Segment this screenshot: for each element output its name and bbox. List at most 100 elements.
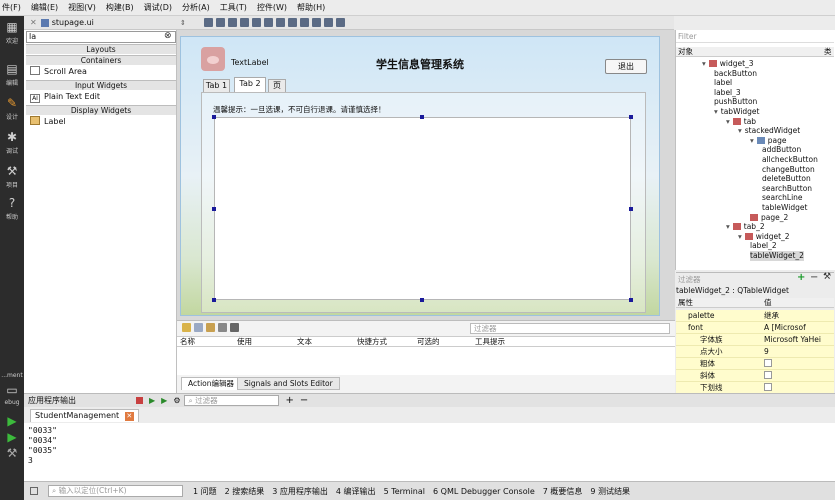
tab-arrows-icon[interactable]: ⇕ [180,19,186,27]
selection-handle[interactable] [212,207,216,211]
property-checkbox[interactable] [764,359,772,367]
object-tree-item[interactable]: ▾ page [750,136,787,146]
buddy-edit-icon[interactable] [228,18,237,27]
object-tree-item[interactable]: addButton [762,145,801,155]
menu-item[interactable]: 视图(V) [68,2,96,13]
layout-vertical-icon[interactable] [264,18,273,27]
layout-split-v-icon[interactable] [288,18,297,27]
action-table-body[interactable] [177,347,675,375]
run-icon[interactable]: ▶ [149,396,155,405]
category-input-widgets[interactable]: Input Widgets [26,80,176,90]
menu-item[interactable]: 帮助(H) [297,2,325,13]
selection-handle[interactable] [212,298,216,302]
menu-item[interactable]: 调试(D) [144,2,172,13]
file-tab-name[interactable]: stupage.ui [52,18,94,27]
tab-order-icon[interactable] [240,18,249,27]
build-hammer-icon[interactable]: ⚒ [0,446,24,460]
action-filter-input[interactable]: 过滤器 [470,323,670,334]
menu-item[interactable]: 工具(T) [220,2,247,13]
expand-arrow-icon[interactable]: ▾ [738,126,742,135]
close-icon[interactable]: ✕ [124,411,134,421]
expand-arrow-icon[interactable]: ▾ [750,136,754,145]
menu-item[interactable]: 构建(B) [106,2,134,13]
output-pane-button[interactable]: 7 概要信息 [543,486,583,497]
selection-handle[interactable] [629,115,633,119]
mode-wrench[interactable]: ⚒ 项目 [0,164,24,189]
object-tree-item[interactable]: tableWidget [762,203,807,213]
output-pane-button[interactable]: 9 测试结果 [590,486,630,497]
tab-2[interactable]: Tab 2 [234,77,266,92]
selection-handle[interactable] [420,298,424,302]
zoom-in-icon[interactable]: + [285,395,293,406]
object-tree-item[interactable]: label [714,78,732,88]
zoom-out-icon[interactable]: − [300,395,308,406]
output-pane-button[interactable]: 4 编译输出 [336,486,376,497]
output-tab-studentmanagement[interactable]: StudentManagement ✕ [30,408,139,422]
property-row[interactable]: font A [Microsof [676,322,834,334]
adjust-size-icon[interactable] [336,18,345,27]
property-row[interactable]: palette 继承 [676,310,834,322]
object-tree-item[interactable]: backButton [714,69,757,79]
clear-filter-icon[interactable]: ⊗ [164,31,172,41]
expand-arrow-icon[interactable]: ▾ [726,117,730,126]
add-property-icon[interactable]: + [797,272,805,283]
mode-pencil[interactable]: ✎ 设计 [0,96,24,121]
menu-item[interactable]: 分析(A) [182,2,210,13]
layout-split-h-icon[interactable] [276,18,285,27]
object-tree-item[interactable]: ▾ stackedWidget [738,126,800,136]
debug-run-icon[interactable]: ▶ [161,396,167,405]
widget-item-scroll-area[interactable]: Scroll Area [30,66,87,78]
run-icon[interactable]: ▶ [0,414,24,428]
locator-input[interactable]: ⌕ 输入以定位(Ctrl+K) [48,485,183,497]
run-target-selector[interactable]: ...ment ▭ ebug ▶ ▶ ⚒ [0,372,24,462]
layout-horizontal-icon[interactable] [252,18,261,27]
break-layout-icon[interactable] [324,18,333,27]
mode-bug[interactable]: ✱ 调试 [0,130,24,155]
mode-document[interactable]: ▤ 编辑 [0,62,24,87]
menu-item[interactable]: 编辑(E) [31,2,58,13]
widget-item-label-widget[interactable]: Label [30,116,66,128]
menu-item[interactable]: 件(F) [2,2,21,13]
tab-signals-slots[interactable]: Signals and Slots Editor [237,377,340,390]
tab-1[interactable]: Tab 1 [203,79,230,92]
delete-action-icon[interactable] [218,323,227,332]
object-tree-item[interactable]: allcheckButton [762,155,818,165]
category-display-widgets[interactable]: Display Widgets [26,105,176,115]
expand-arrow-icon[interactable]: ▾ [702,59,706,68]
object-tree-item[interactable]: changeButton [762,165,815,175]
expand-arrow-icon[interactable]: ▾ [738,232,742,241]
paste-action-icon[interactable] [206,323,215,332]
close-icon[interactable]: ✕ [30,18,37,27]
copy-action-icon[interactable] [194,323,203,332]
settings-icon[interactable] [230,323,239,332]
object-filter-input[interactable]: Filter [676,31,834,43]
object-tree-item[interactable]: searchLine [762,193,803,203]
category-containers[interactable]: Containers [26,55,176,65]
menu-item[interactable]: 控件(W) [257,2,287,13]
selection-handle[interactable] [629,298,633,302]
selection-handle[interactable] [212,115,216,119]
property-checkbox[interactable] [764,383,772,391]
property-filter-input[interactable]: 过滤器 [678,274,701,285]
category-layouts[interactable]: Layouts [26,44,176,54]
output-pane-button[interactable]: 1 问题 [193,486,217,497]
settings-icon[interactable]: ⚙ [173,396,180,405]
output-pane-button[interactable]: 3 应用程序输出 [272,486,328,497]
wrench-icon[interactable]: ⚒ [823,272,831,282]
object-tree-item[interactable]: ▾ tab_2 [726,222,765,232]
output-pane-button[interactable]: 2 搜索结果 [225,486,265,497]
layout-grid-icon[interactable] [312,18,321,27]
back-button[interactable]: 退出 [605,59,647,74]
expand-arrow-icon[interactable]: ▾ [714,107,718,116]
output-filter-input[interactable]: ⌕ 过滤器 [184,395,280,406]
new-action-icon[interactable] [182,323,191,332]
object-tree-item[interactable]: label_3 [714,88,741,98]
object-tree-item[interactable]: ▾ widget_2 [738,232,790,242]
property-row[interactable]: 字体族 Microsoft YaHei [676,334,834,346]
object-tree-item[interactable]: deleteButton [762,174,811,184]
object-tree-item[interactable]: ▾ tabWidget [714,107,759,117]
sidebar-toggle-icon[interactable] [30,487,38,495]
object-tree-item[interactable]: label_2 [750,241,777,251]
object-tree-item[interactable]: tableWidget_2 [750,251,804,261]
mode-grid[interactable]: ▦ 欢迎 [0,20,24,45]
